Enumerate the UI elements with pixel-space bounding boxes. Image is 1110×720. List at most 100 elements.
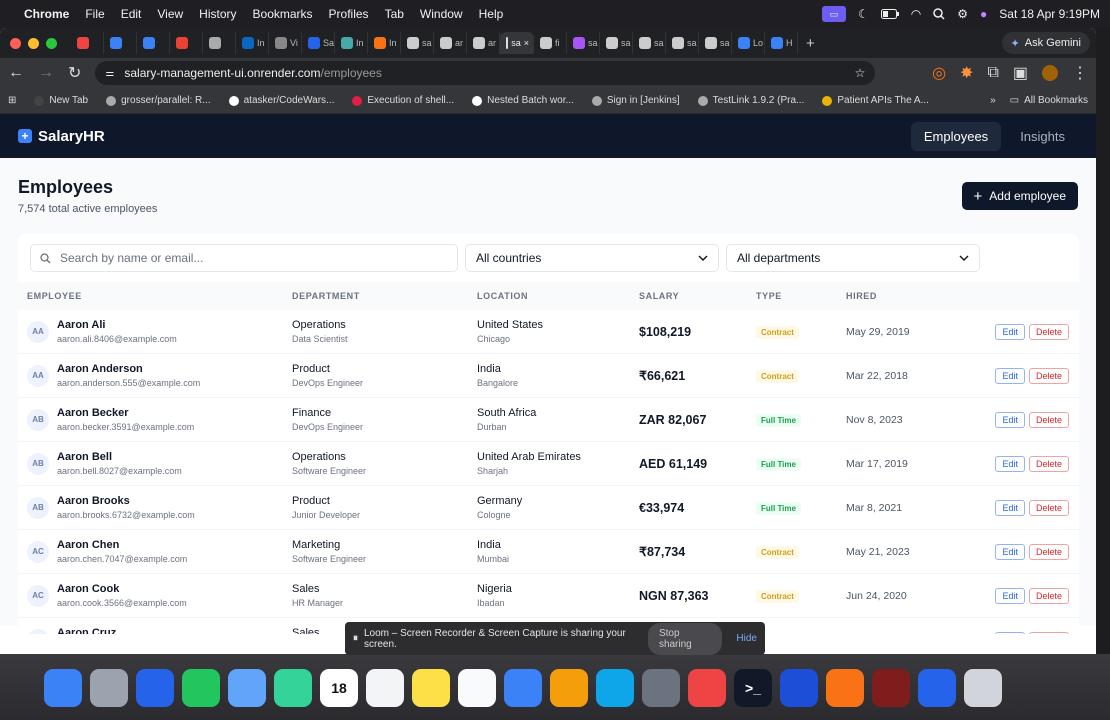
siri-icon[interactable]: ● — [980, 7, 987, 21]
browser-tab[interactable]: H — [765, 32, 798, 54]
edit-button[interactable]: Edit — [995, 499, 1025, 516]
calendar-icon[interactable]: 18 — [320, 669, 358, 707]
freeform-icon[interactable] — [458, 669, 496, 707]
profile-app-icon[interactable] — [872, 669, 910, 707]
menu-view[interactable]: View — [157, 7, 183, 21]
bookmark-item[interactable]: atasker/CodeWars... — [228, 95, 334, 106]
control-center-icon[interactable]: ⚙ — [957, 7, 968, 21]
all-bookmarks[interactable]: ▭ All Bookmarks — [1010, 95, 1088, 106]
delete-button[interactable]: Delete — [1028, 587, 1069, 604]
menu-window[interactable]: Window — [420, 7, 463, 21]
browser-tab[interactable] — [104, 32, 137, 54]
edit-button[interactable]: Edit — [995, 367, 1025, 384]
app-store-icon[interactable] — [596, 669, 634, 707]
finder-icon[interactable] — [44, 669, 82, 707]
close-tab-icon[interactable]: × — [524, 38, 529, 48]
search-input[interactable]: Search by name or email... — [60, 251, 203, 265]
side-panel-icon[interactable]: ▣ — [1013, 63, 1028, 83]
col-salary[interactable]: SALARY — [639, 291, 756, 301]
browser-tab[interactable]: In — [368, 32, 401, 54]
bookmark-item[interactable]: grosser/parallel: R... — [106, 95, 211, 106]
country-select[interactable]: All countries — [465, 244, 719, 272]
delete-button[interactable]: Delete — [1028, 499, 1069, 516]
browser-tab[interactable] — [203, 32, 236, 54]
edit-button[interactable]: Edit — [995, 455, 1025, 472]
vscode-icon[interactable] — [780, 669, 818, 707]
more-bookmarks-icon[interactable]: » — [990, 95, 996, 106]
table-row[interactable]: AC Aaron Cook aaron.cook.3566@example.com S… — [18, 574, 1079, 618]
delete-button[interactable]: Delete — [1028, 543, 1069, 560]
menu-app-name[interactable]: Chrome — [24, 7, 69, 21]
screen-share-icon[interactable]: ▭ — [822, 6, 846, 22]
edit-button[interactable]: Edit — [995, 587, 1025, 604]
reminders-icon[interactable] — [366, 669, 404, 707]
browser-tab[interactable]: ar — [434, 32, 467, 54]
edit-button[interactable]: Edit — [995, 323, 1025, 340]
col-hired[interactable]: HIRED — [846, 291, 976, 301]
department-select[interactable]: All departments — [726, 244, 980, 272]
stop-sharing-button[interactable]: Stop sharing — [647, 622, 723, 655]
vscode-insiders-icon[interactable] — [918, 669, 956, 707]
bookmark-item[interactable]: New Tab — [34, 95, 88, 106]
minimize-window-button[interactable] — [28, 37, 39, 49]
reload-icon[interactable]: ↻ — [68, 63, 81, 83]
bookmark-item[interactable]: Execution of shell... — [352, 95, 454, 106]
address-bar[interactable]: ⚌ salary-management-ui.onrender.com/empl… — [95, 61, 876, 85]
browser-tab[interactable]: In — [236, 32, 269, 54]
bookmark-item[interactable]: Sign in [Jenkins] — [591, 95, 680, 106]
browser-tab[interactable]: Lo — [732, 32, 765, 54]
menu-bookmarks[interactable]: Bookmarks — [253, 7, 313, 21]
back-icon[interactable]: ← — [8, 64, 24, 82]
browser-tab[interactable]: sa — [633, 32, 666, 54]
browser-tab[interactable] — [170, 32, 203, 54]
delete-button[interactable]: Delete — [1028, 631, 1069, 634]
col-location[interactable]: LOCATION — [477, 291, 639, 301]
browser-tab[interactable]: ar — [467, 32, 500, 54]
browser-tab[interactable]: Vi — [269, 32, 302, 54]
browser-tab[interactable]: fi — [534, 32, 567, 54]
launchpad-icon[interactable] — [90, 669, 128, 707]
menu-tab[interactable]: Tab — [385, 7, 404, 21]
ask-gemini-button[interactable]: ✦ Ask Gemini — [1001, 32, 1090, 54]
menubar-clock[interactable]: Sat 18 Apr 9:19PM — [999, 7, 1100, 21]
table-row[interactable]: AB Aaron Brooks aaron.brooks.6732@example.… — [18, 486, 1079, 530]
zoom-window-button[interactable] — [46, 37, 57, 49]
nav-insights[interactable]: Insights — [1007, 122, 1078, 151]
mail-icon[interactable] — [228, 669, 266, 707]
bookmark-item[interactable]: TestLink 1.9.2 (Pra... — [697, 95, 804, 106]
browser-tab[interactable] — [137, 32, 170, 54]
pages-icon[interactable] — [550, 669, 588, 707]
moon-icon[interactable]: ☾ — [858, 7, 869, 21]
site-info-icon[interactable]: ⚌ — [105, 68, 114, 79]
messages-icon[interactable] — [182, 669, 220, 707]
battery-icon[interactable] — [880, 9, 899, 19]
table-row[interactable]: AC Aaron Chen aaron.chen.7047@example.com M… — [18, 530, 1079, 574]
keynote-icon[interactable] — [504, 669, 542, 707]
notes-icon[interactable] — [412, 669, 450, 707]
col-type[interactable]: TYPE — [756, 291, 846, 301]
edit-button[interactable]: Edit — [995, 411, 1025, 428]
bookmark-item[interactable]: Nested Batch wor... — [472, 95, 574, 106]
browser-tab[interactable]: In — [335, 32, 368, 54]
apps-grid-icon[interactable]: ⊞ — [8, 95, 16, 106]
edit-button[interactable]: Edit — [995, 543, 1025, 560]
browser-tab[interactable]: sa — [699, 32, 732, 54]
system-settings-icon[interactable] — [642, 669, 680, 707]
delete-button[interactable]: Delete — [1028, 323, 1069, 340]
spotlight-icon[interactable] — [933, 8, 945, 20]
delete-button[interactable]: Delete — [1028, 367, 1069, 384]
terminal-icon[interactable]: >_ — [734, 669, 772, 707]
close-window-button[interactable] — [10, 37, 21, 49]
search-box[interactable]: Search by name or email... — [30, 244, 458, 272]
extension-orange-icon[interactable]: ✸ — [960, 63, 973, 83]
table-row[interactable]: AA Aaron Anderson aaron.anderson.555@examp… — [18, 354, 1079, 398]
bookmark-item[interactable]: Patient APIs The A... — [822, 95, 929, 106]
chrome-menu-icon[interactable]: ⋮ — [1072, 63, 1088, 83]
forward-icon[interactable]: → — [38, 64, 54, 82]
table-row[interactable]: AB Aaron Bell aaron.bell.8027@example.com O… — [18, 442, 1079, 486]
nav-employees[interactable]: Employees — [910, 121, 1002, 151]
maps-icon[interactable] — [274, 669, 312, 707]
add-employee-button[interactable]: + Add employee — [961, 182, 1078, 210]
table-row[interactable]: AB Aaron Becker aaron.becker.3591@example.… — [18, 398, 1079, 442]
safari-icon[interactable] — [136, 669, 174, 707]
